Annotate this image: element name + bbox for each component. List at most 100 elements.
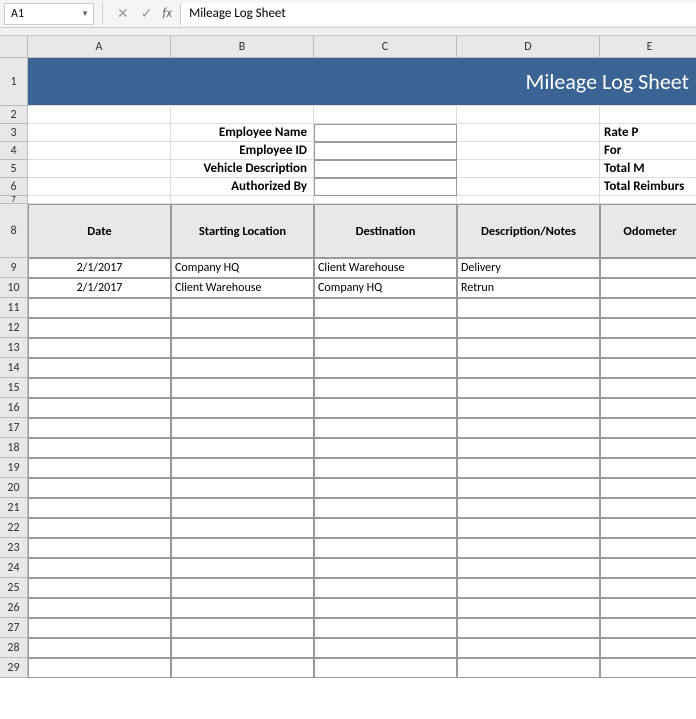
header-date[interactable]: Date <box>28 204 171 258</box>
data-cell-dest[interactable] <box>314 578 457 598</box>
row-head-20[interactable]: 20 <box>0 478 28 498</box>
data-cell-odo[interactable] <box>600 478 696 498</box>
data-cell-desc[interactable] <box>457 318 600 338</box>
data-cell-start[interactable] <box>171 378 314 398</box>
data-cell-desc[interactable] <box>457 358 600 378</box>
data-cell-start[interactable] <box>171 598 314 618</box>
input-authorized[interactable] <box>314 178 457 196</box>
row-head-13[interactable]: 13 <box>0 338 28 358</box>
data-cell-start[interactable] <box>171 438 314 458</box>
row-head-12[interactable]: 12 <box>0 318 28 338</box>
data-cell-start[interactable] <box>171 618 314 638</box>
data-cell-date[interactable] <box>28 578 171 598</box>
data-cell-desc[interactable] <box>457 298 600 318</box>
row-head-10[interactable]: 10 <box>0 278 28 298</box>
row-head-27[interactable]: 27 <box>0 618 28 638</box>
data-cell-date[interactable]: 2/1/2017 <box>28 278 171 298</box>
data-cell-start[interactable] <box>171 658 314 678</box>
data-cell-date[interactable] <box>28 338 171 358</box>
header-desc[interactable]: Description/Notes <box>457 204 600 258</box>
row-head-7[interactable]: 7 <box>0 196 28 204</box>
cell[interactable] <box>28 178 171 196</box>
accept-icon[interactable]: ✓ <box>141 5 153 22</box>
data-cell-date[interactable] <box>28 438 171 458</box>
data-cell-odo[interactable] <box>600 458 696 478</box>
row-head-15[interactable]: 15 <box>0 378 28 398</box>
data-cell-start[interactable] <box>171 418 314 438</box>
data-cell-start[interactable] <box>171 458 314 478</box>
data-cell-start[interactable]: Client Warehouse <box>171 278 314 298</box>
data-cell-date[interactable] <box>28 478 171 498</box>
data-cell-start[interactable]: Company HQ <box>171 258 314 278</box>
data-cell-odo[interactable] <box>600 518 696 538</box>
data-cell-desc[interactable] <box>457 438 600 458</box>
cell[interactable] <box>457 106 600 124</box>
row-head-14[interactable]: 14 <box>0 358 28 378</box>
row-head-16[interactable]: 16 <box>0 398 28 418</box>
data-cell-desc[interactable] <box>457 418 600 438</box>
data-cell-odo[interactable] <box>600 398 696 418</box>
fx-icon[interactable]: fx <box>162 6 172 21</box>
data-cell-dest[interactable] <box>314 538 457 558</box>
row-head-17[interactable]: 17 <box>0 418 28 438</box>
data-cell-dest[interactable] <box>314 478 457 498</box>
data-cell-dest[interactable] <box>314 338 457 358</box>
data-cell-date[interactable] <box>28 658 171 678</box>
header-start[interactable]: Starting Location <box>171 204 314 258</box>
data-cell-date[interactable]: 2/1/2017 <box>28 258 171 278</box>
row-head-24[interactable]: 24 <box>0 558 28 578</box>
data-cell-odo[interactable] <box>600 418 696 438</box>
data-cell-dest[interactable] <box>314 298 457 318</box>
cell[interactable] <box>28 124 171 142</box>
data-cell-start[interactable] <box>171 338 314 358</box>
data-cell-start[interactable] <box>171 538 314 558</box>
col-head-a[interactable]: A <box>28 36 171 58</box>
data-cell-dest[interactable]: Client Warehouse <box>314 258 457 278</box>
cell[interactable] <box>28 160 171 178</box>
col-head-b[interactable]: B <box>171 36 314 58</box>
row-head-23[interactable]: 23 <box>0 538 28 558</box>
data-cell-date[interactable] <box>28 598 171 618</box>
cell[interactable] <box>457 160 600 178</box>
cell[interactable] <box>28 196 171 204</box>
data-cell-dest[interactable]: Company HQ <box>314 278 457 298</box>
data-cell-dest[interactable] <box>314 438 457 458</box>
row-head-19[interactable]: 19 <box>0 458 28 478</box>
cell[interactable] <box>600 106 696 124</box>
data-cell-start[interactable] <box>171 358 314 378</box>
data-cell-odo[interactable] <box>600 498 696 518</box>
row-head-11[interactable]: 11 <box>0 298 28 318</box>
data-cell-desc[interactable] <box>457 598 600 618</box>
data-cell-start[interactable] <box>171 498 314 518</box>
data-cell-desc[interactable] <box>457 398 600 418</box>
data-cell-date[interactable] <box>28 398 171 418</box>
cell[interactable] <box>28 106 171 124</box>
data-cell-date[interactable] <box>28 518 171 538</box>
data-cell-odo[interactable] <box>600 658 696 678</box>
row-head-26[interactable]: 26 <box>0 598 28 618</box>
data-cell-desc[interactable] <box>457 498 600 518</box>
input-employee-name[interactable] <box>314 124 457 142</box>
data-cell-dest[interactable] <box>314 598 457 618</box>
data-cell-dest[interactable] <box>314 318 457 338</box>
row-head-21[interactable]: 21 <box>0 498 28 518</box>
data-cell-date[interactable] <box>28 378 171 398</box>
label-reimburse[interactable]: Total Reimburs <box>600 178 696 196</box>
data-cell-start[interactable] <box>171 318 314 338</box>
label-employee-id[interactable]: Employee ID <box>171 142 314 160</box>
data-cell-dest[interactable] <box>314 658 457 678</box>
row-head-3[interactable]: 3 <box>0 124 28 142</box>
data-cell-start[interactable] <box>171 298 314 318</box>
cell[interactable] <box>457 178 600 196</box>
data-cell-desc[interactable] <box>457 538 600 558</box>
input-employee-id[interactable] <box>314 142 457 160</box>
data-cell-desc[interactable]: Retrun <box>457 278 600 298</box>
data-cell-odo[interactable] <box>600 258 696 278</box>
data-cell-odo[interactable] <box>600 278 696 298</box>
data-cell-odo[interactable] <box>600 378 696 398</box>
row-head-29[interactable]: 29 <box>0 658 28 678</box>
data-cell-start[interactable] <box>171 518 314 538</box>
data-cell-date[interactable] <box>28 358 171 378</box>
data-cell-odo[interactable] <box>600 358 696 378</box>
cell[interactable] <box>171 106 314 124</box>
